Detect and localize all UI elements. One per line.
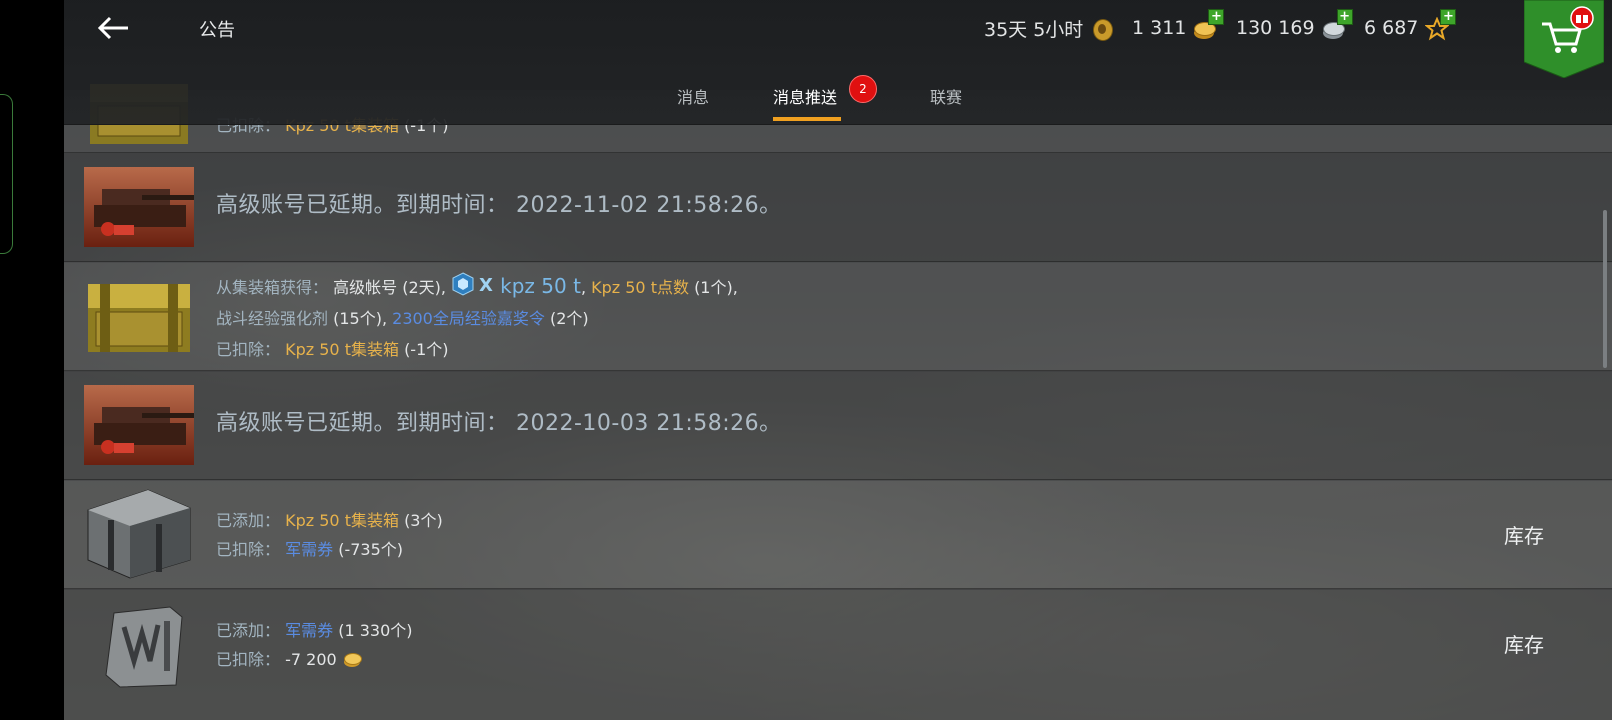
- reward-points: Kpz 50 t点数: [591, 278, 689, 297]
- premium-timer[interactable]: 35天 5小时: [984, 15, 1115, 42]
- star-icon: +: [1424, 9, 1457, 41]
- premium-extended-text: 高级账号已延期。到期时间： 2022-10-03 21:58:26。: [216, 411, 782, 436]
- deducted-item: 军需券: [285, 540, 334, 559]
- added-item: 军需券: [285, 621, 334, 640]
- reward-xp-order-qty: (2个): [549, 309, 589, 328]
- added-qty: (3个): [404, 511, 443, 530]
- top-bar: 公告 35天 5小时 1 311 + 130 169 + 6 687 + 消息 …: [64, 0, 1612, 125]
- premium-time-text: 35天 5小时: [984, 19, 1084, 41]
- list-item[interactable]: 高级账号已延期。到期时间： 2022-10-03 21:58:26。: [64, 371, 1612, 481]
- list-item[interactable]: 高级账号已延期。到期时间： 2022-11-02 21:58:26。: [64, 153, 1612, 263]
- add-gold-icon[interactable]: +: [1208, 9, 1225, 25]
- add-credits-icon[interactable]: +: [1336, 9, 1353, 25]
- premium-icon: [1089, 16, 1115, 42]
- credits-counter[interactable]: 130 169 +: [1236, 9, 1353, 41]
- side-handle[interactable]: [0, 94, 13, 254]
- free-xp-value: 6 687: [1364, 17, 1419, 39]
- deducted-qty: (-735个): [338, 540, 404, 559]
- back-button[interactable]: [94, 10, 134, 46]
- added-item: Kpz 50 t集装箱: [285, 511, 399, 530]
- scrollbar[interactable]: [1603, 210, 1607, 368]
- shop-button[interactable]: [1523, 0, 1605, 79]
- tab-messages[interactable]: 消息: [677, 84, 709, 108]
- added-label: 已添加：: [216, 511, 281, 530]
- tab-league[interactable]: 联赛: [930, 84, 962, 108]
- notification-badge: 2: [849, 75, 877, 103]
- back-arrow-icon: [97, 16, 128, 40]
- premium-tank-thumb: [84, 167, 194, 247]
- gold-icon: [342, 652, 364, 670]
- reward-xp-order: 2300全局经验嘉奖令: [392, 309, 545, 328]
- deducted-label: 已扣除：: [216, 650, 281, 669]
- reward-premium: 高级帐号: [333, 278, 398, 297]
- premium-extended-text: 高级账号已延期。到期时间： 2022-11-02 21:58:26。: [216, 193, 782, 218]
- premium-tank-thumb: [84, 385, 194, 465]
- from-label: 从集装箱获得：: [216, 278, 329, 297]
- tier-x-icon: X: [451, 271, 495, 306]
- deducted-label: 已扣除：: [216, 540, 281, 559]
- list-item[interactable]: 已添加： 军需券 (1 330个) 已扣除： -7 200 库存: [64, 589, 1612, 720]
- reward-tank: kpz 50 t: [500, 274, 581, 298]
- reward-booster-qty: (15个): [333, 309, 382, 328]
- deducted-gold: -7 200: [285, 650, 337, 669]
- device-edge: [0, 0, 64, 720]
- svg-text:X: X: [479, 275, 493, 296]
- deducted-item: Kpz 50 t集装箱: [285, 340, 399, 359]
- reward-points-qty: (1个): [694, 278, 733, 297]
- gold-value: 1 311: [1132, 17, 1187, 39]
- app-window: 已扣除： Kpz 50 t集装箱 (-1个) 高级账号已延期。到期时间： 202…: [64, 0, 1612, 720]
- page-title: 公告: [199, 20, 235, 41]
- add-free-xp-icon[interactable]: +: [1440, 9, 1457, 25]
- active-tab-indicator: [773, 117, 841, 121]
- reward-premium-qty: (2天): [402, 278, 441, 297]
- tab-notifications[interactable]: 消息推送: [773, 84, 837, 108]
- steel-container-thumb: [87, 489, 191, 579]
- deducted-qty: (-1个): [404, 340, 449, 359]
- added-qty: (1 330个): [338, 621, 413, 640]
- container-thumb: [88, 284, 190, 352]
- gold-counter[interactable]: 1 311 +: [1132, 9, 1225, 41]
- credits-value: 130 169: [1236, 17, 1315, 39]
- inventory-button[interactable]: 库存: [1504, 629, 1544, 658]
- list-item[interactable]: 从集装箱获得： 高级帐号 (2天), X kpz 50 t, Kpz 50 t点…: [64, 262, 1612, 372]
- deducted-label: 已扣除：: [216, 340, 281, 359]
- list-item[interactable]: 已添加： Kpz 50 t集装箱 (3个) 已扣除： 军需券 (-735个) 库…: [64, 480, 1612, 590]
- inventory-button[interactable]: 库存: [1504, 520, 1544, 549]
- added-label: 已添加：: [216, 621, 281, 640]
- reward-booster: 战斗经验强化剂: [216, 309, 329, 328]
- free-xp-counter[interactable]: 6 687 +: [1364, 9, 1457, 41]
- requisition-ticket-icon: [105, 606, 183, 688]
- credits-icon: +: [1321, 9, 1353, 41]
- gold-icon: +: [1192, 9, 1225, 41]
